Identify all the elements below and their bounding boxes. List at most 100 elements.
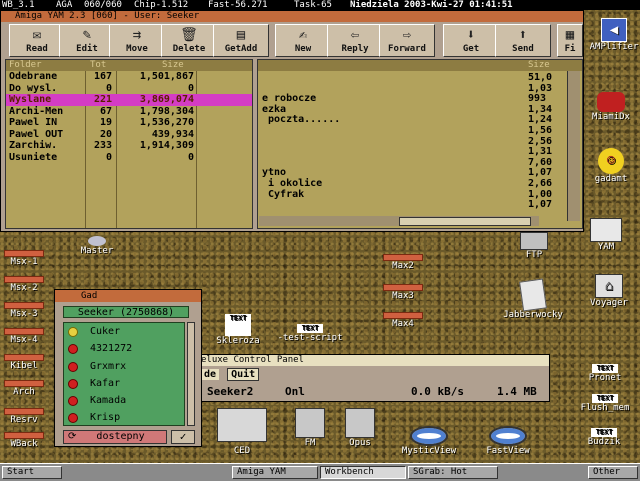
- voyager-item[interactable]: ⌂ Voyager: [584, 274, 634, 309]
- contact-item[interactable]: Kamada: [64, 392, 184, 409]
- opus-item[interactable]: Opus: [340, 408, 380, 449]
- send-button[interactable]: ⬆ Send: [495, 24, 551, 57]
- folder-row[interactable]: Usuniete 0 0: [6, 152, 252, 164]
- read-button[interactable]: ✉ Read: [9, 24, 65, 57]
- column-header-folder[interactable]: Folder: [9, 60, 42, 71]
- control-panel-title-bar[interactable]: eluxe Control Panel: [201, 355, 549, 366]
- send-icon: ⬆: [518, 27, 528, 43]
- amplifier-item[interactable]: ◀ AMPlifier: [588, 18, 640, 53]
- gad-window[interactable]: Gad Seeker (2750868) Cuker 4321272 Grxmrx K…: [54, 289, 202, 447]
- resrv-button[interactable]: Resrv: [4, 408, 44, 426]
- contact-item[interactable]: Grxmrx: [64, 358, 184, 375]
- gad-title-bar[interactable]: Gad: [55, 290, 201, 302]
- wback-button[interactable]: WBack: [4, 432, 44, 450]
- kibel-button[interactable]: Kibel: [4, 354, 44, 372]
- task-sgrab[interactable]: SGrab: Hot: [408, 466, 498, 479]
- yam-window[interactable]: Amiga YAM 2.3 [060] - User: Seeker ✉ Read…: [0, 10, 584, 232]
- msx-2-button[interactable]: Msx-2: [4, 276, 44, 294]
- folder-row[interactable]: Pawel OUT 20 439,934: [6, 129, 252, 141]
- contact-item[interactable]: Cuker: [64, 323, 184, 340]
- miamidx-item[interactable]: MiamiDx: [584, 92, 638, 123]
- get-button[interactable]: ⬇ Get: [443, 24, 499, 57]
- status-selector[interactable]: ⟳ dostepny: [63, 430, 167, 444]
- delete-button[interactable]: 🗑 Delete: [161, 24, 217, 57]
- message-row[interactable]: i okolice 2,66: [258, 177, 582, 190]
- taskbar: Start Amiga YAM Workbench SGrab: Hot Oth…: [0, 463, 640, 481]
- column-header-total[interactable]: Tot: [90, 60, 106, 71]
- folder-size: 0: [187, 82, 194, 94]
- max2-icon-item[interactable]: Max2: [380, 254, 426, 272]
- move-button[interactable]: ⇉ Move: [109, 24, 165, 57]
- getadd-button[interactable]: ▤ GetAdd: [213, 24, 269, 57]
- pronet-item[interactable]: TEXT Pronet: [584, 364, 626, 384]
- other-button[interactable]: Other: [588, 466, 638, 479]
- message-list-header[interactable]: Size: [258, 60, 582, 71]
- new-button[interactable]: ✍ New: [275, 24, 331, 57]
- message-list[interactable]: Size 51,0 1,03 e robocze 993 ezka 1,34 poczta…: [257, 59, 583, 229]
- status-flower-icon: [69, 362, 77, 371]
- folder-row[interactable]: Do wysl. 0 0: [6, 83, 252, 95]
- quit-button[interactable]: Quit: [227, 368, 260, 381]
- reply-button[interactable]: ⇦ Reply: [327, 24, 383, 57]
- folder-row[interactable]: Zarchiw. 233 1,914,309: [6, 140, 252, 152]
- contact-list[interactable]: Cuker 4321272 Grxmrx Kafar Kamada Krisp: [63, 322, 185, 426]
- contact-item[interactable]: Kafar: [64, 375, 184, 392]
- message-vertical-scrollbar[interactable]: [567, 71, 580, 221]
- forward-button[interactable]: ⇨ Forward: [379, 24, 435, 57]
- folder-size: 1,536,270: [139, 117, 194, 128]
- max3-icon-item[interactable]: Max3: [380, 284, 426, 302]
- max4-icon-item[interactable]: Max4: [380, 312, 426, 330]
- test-script-item[interactable]: TEXT -test-script: [272, 324, 348, 344]
- yam-item[interactable]: YAM: [584, 218, 628, 253]
- message-row[interactable]: 51,0: [258, 72, 582, 84]
- flush-mem-item[interactable]: TEXT Flush_mem: [574, 394, 636, 414]
- column-header-size[interactable]: Size: [162, 60, 184, 71]
- ced-item[interactable]: CED: [212, 408, 272, 457]
- message-row[interactable]: 1,07: [258, 200, 582, 211]
- msx-1-button[interactable]: Msx-1: [4, 250, 44, 268]
- house-icon: ⌂: [595, 274, 623, 298]
- folder-list[interactable]: Folder Tot Size Odebrane 167 1,501,867 Do w…: [5, 59, 253, 229]
- start-button[interactable]: Start: [2, 466, 62, 479]
- task-workbench[interactable]: Workbench: [320, 466, 406, 479]
- edit-icon: ✎: [82, 27, 92, 43]
- master-disk[interactable]: Master: [72, 236, 122, 257]
- scroll-thumb[interactable]: [399, 217, 531, 226]
- control-panel-window[interactable]: eluxe Control Panel de Quit Seeker2 Onl …: [200, 354, 550, 402]
- arch-button[interactable]: Arch: [4, 380, 44, 398]
- mysticview-item[interactable]: MysticView: [396, 426, 462, 457]
- skleroza-item[interactable]: TEXT Skleroza: [212, 314, 264, 347]
- speaker-icon: ◀: [601, 18, 627, 42]
- folder-list-header[interactable]: Folder Tot Size: [6, 60, 252, 71]
- msx-3-button[interactable]: Msx-3: [4, 302, 44, 320]
- screen-item: Task-65: [294, 0, 332, 10]
- fastview-item[interactable]: FastView: [478, 426, 538, 457]
- message-size: 2,66: [528, 177, 553, 189]
- gadamt-item[interactable]: ☺ gadamt: [586, 148, 636, 185]
- connection-row[interactable]: Seeker2 Onl 0.0 kB/s 1.4 MB: [201, 385, 549, 399]
- message-row[interactable]: 1,56: [258, 125, 582, 137]
- folder-row[interactable]: Pawel IN 19 1,536,270: [6, 117, 252, 129]
- folder-total: 167: [93, 71, 112, 82]
- task-amiga-yam[interactable]: Amiga YAM: [232, 466, 318, 479]
- msx-4-button[interactable]: Msx-4: [4, 328, 44, 346]
- folder-name: Archi-Men: [9, 105, 64, 117]
- contact-scrollbar[interactable]: [187, 322, 195, 426]
- message-horizontal-scrollbar[interactable]: [259, 216, 539, 226]
- folder-row[interactable]: Odebrane 167 1,501,867: [6, 71, 252, 83]
- fm-item[interactable]: FM: [290, 408, 330, 449]
- contact-item[interactable]: Krisp: [64, 409, 184, 426]
- filter-button[interactable]: ▦ Fi: [557, 24, 583, 57]
- menu-de[interactable]: de: [201, 369, 220, 380]
- budzik-item[interactable]: TEXT Budzik: [582, 428, 626, 448]
- column-header-size[interactable]: Size: [528, 60, 550, 71]
- contact-item[interactable]: 4321272: [64, 340, 184, 357]
- folder-total: 19: [99, 117, 112, 128]
- folder-row[interactable]: Wyslane 221 3,869,074: [6, 94, 252, 106]
- edit-button[interactable]: ✎ Edit: [59, 24, 115, 57]
- ftp-item[interactable]: FTP: [514, 232, 554, 261]
- window-title-bar[interactable]: Amiga YAM 2.3 [060] - User: Seeker: [1, 11, 583, 22]
- confirm-button[interactable]: ✓: [171, 430, 195, 444]
- folder-row[interactable]: Archi-Men 67 1,798,304: [6, 106, 252, 118]
- jabberwocky-item[interactable]: Jabberwocky: [496, 278, 570, 321]
